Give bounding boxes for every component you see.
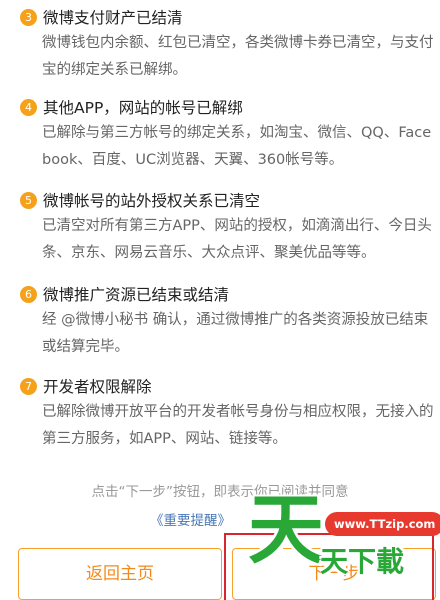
step-title: 开发者权限解除 (43, 378, 152, 396)
step-title: 微博帐号的站外授权关系已清空 (43, 192, 261, 210)
back-home-button[interactable]: 返回主页 (18, 548, 222, 600)
step-header: 6 微博推广资源已结束或结清 (20, 283, 229, 305)
step-number-badge: 3 (20, 8, 37, 26)
step-header: 4 其他APP，网站的帐号已解绑 (20, 96, 243, 118)
agreement-notice: 点击“下一步”按钮，即表示你已阅读并同意 (91, 484, 349, 500)
step-number-badge: 6 (20, 285, 37, 303)
step-description: 已解除与第三方帐号的绑定关系，如淘宝、微信、QQ、Facebook、百度、UC浏… (42, 125, 432, 168)
step-title: 其他APP，网站的帐号已解绑 (43, 99, 243, 117)
step-description: 已清空对所有第三方APP、网站的授权，如滴滴出行、今日头条、京东、网易云音乐、大… (42, 218, 432, 261)
step-number-badge: 5 (20, 191, 37, 209)
highlight-frame (224, 533, 434, 600)
step-title: 微博支付财产已结清 (43, 9, 183, 27)
step-number-badge: 4 (20, 98, 37, 116)
step-description: 微博钱包内余额、红包已清空，各类微博卡券已清空，与支付宝的绑定关系已解绑。 (42, 35, 434, 78)
step-title: 微博推广资源已结束或结清 (43, 286, 230, 304)
step-header: 5 微博帐号的站外授权关系已清空 (20, 189, 260, 211)
step-header: 7 开发者权限解除 (20, 375, 152, 397)
step-number-badge: 7 (20, 377, 37, 395)
important-notice-link[interactable]: 《重要提醒》 (150, 509, 231, 529)
step-description: 经 @微博小秘书 确认，通过微博推广的各类资源投放已结束或结算完毕。 (42, 312, 429, 355)
step-description: 已解除微博开放平台的开发者帐号身份与相应权限，无接入的第三方服务，如APP、网站… (42, 404, 434, 447)
step-header: 3 微博支付财产已结清 (20, 6, 183, 28)
